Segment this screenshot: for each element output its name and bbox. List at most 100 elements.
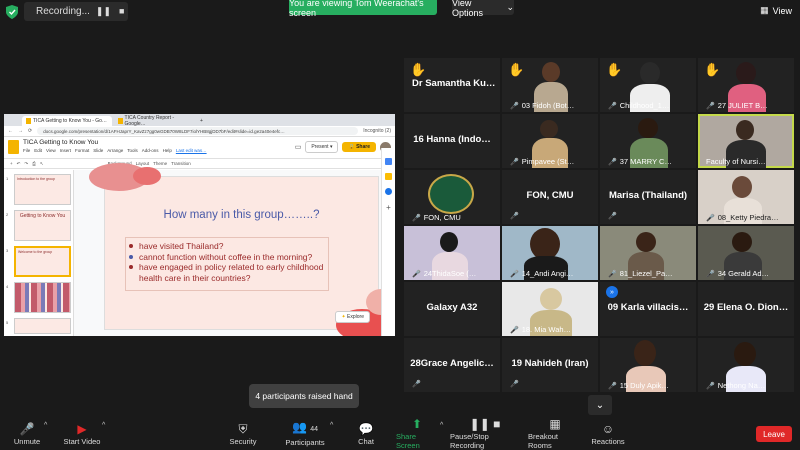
participant-tile[interactable]: 🎤 14_Andi Angi… [502,226,598,280]
leave-button[interactable]: Leave [756,426,792,442]
slide-thumbnail[interactable] [14,318,71,334]
participant-tile[interactable]: 19 Nahideh (Iran) 🎤 [502,338,598,392]
security-button[interactable]: ⛨ Security [228,418,258,450]
reload-icon[interactable]: ⟳ [28,128,32,134]
participant-tile[interactable]: 29 Elena O. Dion… [698,282,794,336]
reactions-button[interactable]: ☺ Reactions [591,418,624,450]
muted-mic-icon: 🎤 [412,270,421,278]
chevron-up-icon[interactable]: ^ [440,422,443,429]
print-icon[interactable]: ⎙ [32,161,36,166]
unmute-button[interactable]: 🎤 Unmute [12,418,42,450]
comment-icon[interactable]: ▭ [295,143,302,151]
chevron-up-icon[interactable]: ^ [102,422,105,429]
keep-icon[interactable] [385,173,392,180]
participant-tile[interactable]: 🎤 24ThidaSoe (… [404,226,500,280]
participant-tile[interactable]: ✋ 🎤 03 Fidoh (Bot… [502,58,598,112]
view-button[interactable]: ▦ View [760,5,792,16]
collapse-chevron-icon[interactable]: ⌄ [588,395,612,415]
start-video-button[interactable]: ▶ Start Video [62,418,102,450]
participant-video [440,232,458,252]
muted-mic-icon: 🎤 [706,214,715,222]
participant-name-bar: 🎤 03 Fidoh (Bot… [510,101,574,110]
redo-icon[interactable]: ↷ [24,161,28,167]
present-button[interactable]: Present ▾ [305,141,339,153]
menu-tools[interactable]: Tools [127,148,138,153]
menu-arrange[interactable]: Arrange [107,148,123,153]
cursor-icon[interactable]: ↖ [40,161,44,167]
slide-thumbnail[interactable]: Introduction to the group [14,174,71,205]
slides-logo-icon[interactable] [8,140,19,154]
participant-tile[interactable]: ✋ Dr Samantha Ku… [404,58,500,112]
tasks-icon[interactable] [385,188,392,195]
participant-tile-active-speaker[interactable]: Faculty of Nursi… [698,114,794,168]
incognito-profile[interactable]: Incognito (2) [363,128,391,134]
menu-insert[interactable]: Insert [60,148,71,153]
participant-tile[interactable]: 🎤 34 Gerald Ad… [698,226,794,280]
participant-tile[interactable]: 🎤 15 Duly Apik… [600,338,696,392]
participant-video [736,62,756,84]
transition-button[interactable]: Transition [171,161,191,166]
share-screen-button[interactable]: ⬆ Share Screen [396,418,438,450]
muted-mic-icon: 🎤 [706,270,715,278]
participant-name: 09 Karla villacis… [607,302,689,313]
stop-recording-icon[interactable]: ■ [119,6,124,17]
slide-thumbnail[interactable] [14,282,71,313]
participant-tile[interactable]: 🎤 Pimpavee (St… [502,114,598,168]
participant-tile[interactable]: 🎤 37 MARRY C… [600,114,696,168]
participant-tile[interactable]: 🎤 FON, CMU [404,170,500,224]
share-label: Share [356,144,370,150]
slides-workspace: 1 Introduction to the group 2 Getting to… [4,163,395,336]
menu-slide[interactable]: Slide [93,148,103,153]
theme-button[interactable]: Theme [153,161,167,166]
chevron-up-icon[interactable]: ^ [330,422,333,429]
browser-tab-active[interactable]: TICA Getting to Know You - Go… [22,116,112,126]
menu-format[interactable]: Format [75,148,89,153]
back-icon[interactable]: ← [8,128,13,134]
calendar-icon[interactable] [385,158,392,165]
participant-tile[interactable]: 🎤 Nethong Na… [698,338,794,392]
participant-name-bar: 🎤 14_Andi Angi… [510,269,573,278]
add-on-icon[interactable]: + [382,203,395,212]
menu-view[interactable]: View [46,148,56,153]
share-button[interactable]: 🔒 Share [342,142,376,152]
participant-tile[interactable]: ✋ 🎤 27 JULIET B… [698,58,794,112]
add-slide-icon[interactable]: + [10,161,13,166]
slide-thumbnail[interactable]: Getting to Know You [14,210,71,241]
chevron-up-icon[interactable]: ^ [44,422,47,429]
participant-tile[interactable]: FON, CMU 🎤 [502,170,598,224]
shield-icon[interactable] [6,5,18,19]
participant-tile[interactable]: 🎤 81_Liezel_Pa… [600,226,696,280]
slide-canvas[interactable]: How many in this group……..? have visited… [89,163,395,336]
participant-name-bar: 🎤 24ThidaSoe (… [412,269,476,278]
explore-button[interactable]: ✦ Explore [335,311,370,323]
participant-tile[interactable]: Galaxy A32 [404,282,500,336]
participant-tile[interactable]: 🎤 08_Ketty Piedra… [698,170,794,224]
slide-thumbnail-selected[interactable]: Welcome to the group [14,246,71,277]
participant-tile[interactable]: ✋ 🎤 Childhood_1… [600,58,696,112]
chat-button[interactable]: 💬 Chat [356,418,376,450]
participants-button[interactable]: 👥 44 Participants [284,418,326,450]
presentation-title[interactable]: TICA Getting to Know You [23,139,207,146]
url-field[interactable]: docs.google.com/presentation/d/1AFHJaprY… [37,127,359,135]
menu-addons[interactable]: Add-ons [142,148,159,153]
pause-stop-recording-button[interactable]: ❚❚ ■ Pause/Stop Recording [450,418,520,450]
pause-recording-icon[interactable]: ❚❚ [96,6,111,17]
view-options-button[interactable]: View Options ⌄ [452,0,514,18]
breakout-rooms-button[interactable]: ▦ Breakout Rooms [528,418,582,450]
participant-tile[interactable]: 16 Hanna (Indo… [404,114,500,168]
participant-video [634,340,656,366]
menu-help[interactable]: Help [163,148,172,153]
participant-tile[interactable]: » 09 Karla villacis… [600,282,696,336]
participant-video [542,62,560,82]
forward-icon[interactable]: → [18,128,23,134]
menu-file[interactable]: File [23,148,30,153]
last-edit-link[interactable]: Last edit was… [176,148,207,153]
participant-tile[interactable]: 28Grace Angelic… 🎤 [404,338,500,392]
new-tab-icon[interactable]: + [196,116,207,126]
undo-icon[interactable]: ↶ [17,161,21,167]
participant-tile[interactable]: 🎤 18. Mia Wah… [502,282,598,336]
menu-edit[interactable]: Edit [34,148,42,153]
browser-tab[interactable]: TICA Country Report - Google… [114,115,194,127]
participant-tile[interactable]: Marisa (Thailand) 🎤 [600,170,696,224]
grid-view-icon: ▦ [760,5,769,15]
